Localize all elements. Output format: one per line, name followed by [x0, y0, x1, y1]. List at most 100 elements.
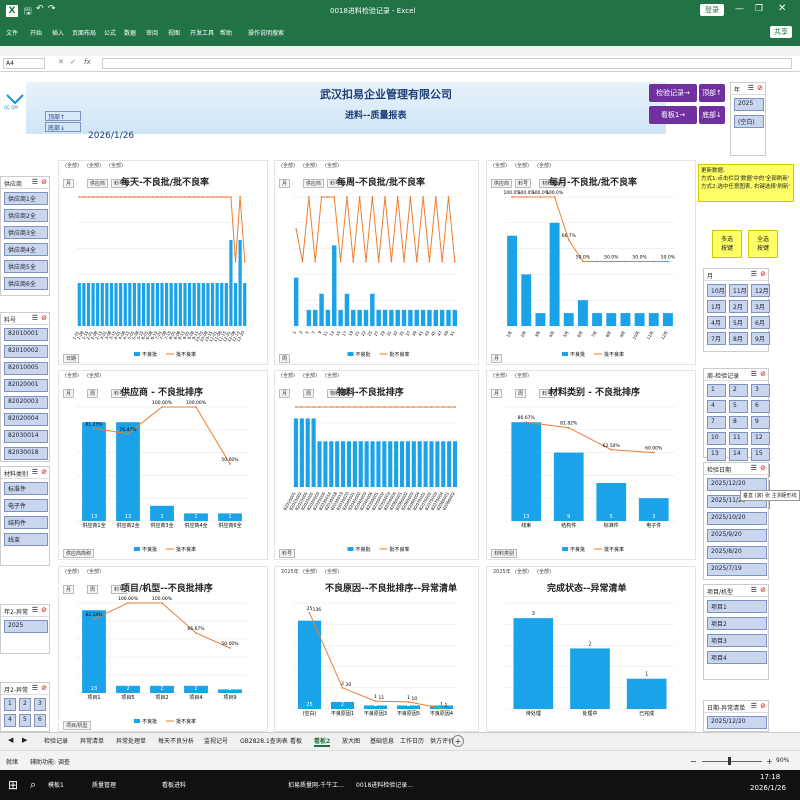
bottom-button[interactable]: 底部↓: [699, 106, 725, 124]
bar[interactable]: [160, 283, 164, 326]
line-point[interactable]: [195, 632, 197, 634]
line-point[interactable]: [358, 196, 361, 198]
zoom-level[interactable]: 90%: [776, 757, 789, 764]
line-point[interactable]: [127, 602, 129, 604]
slicer-item[interactable]: 供应商6全: [4, 277, 48, 290]
bar[interactable]: [86, 283, 91, 326]
line-point[interactable]: [220, 196, 223, 198]
clear-filter-icon[interactable]: ⊘: [760, 270, 766, 278]
line-point[interactable]: [374, 700, 377, 703]
slicer-item[interactable]: 13: [707, 448, 726, 461]
line-point[interactable]: [403, 260, 405, 263]
slicer-item[interactable]: 3: [34, 698, 46, 711]
ribbon-tab[interactable]: 插入: [52, 28, 64, 37]
bar[interactable]: [351, 309, 356, 326]
ribbon-tab[interactable]: 公式: [104, 28, 116, 37]
line-point[interactable]: [365, 406, 368, 408]
bar[interactable]: [123, 283, 127, 326]
line-point[interactable]: [407, 406, 409, 408]
line-point[interactable]: [567, 426, 570, 429]
bar[interactable]: [142, 283, 146, 326]
line-point[interactable]: [295, 228, 298, 231]
slicer-item[interactable]: 5月: [729, 316, 748, 329]
bar[interactable]: [105, 283, 109, 326]
bar[interactable]: [114, 283, 118, 326]
line-point[interactable]: [243, 260, 246, 263]
line-point[interactable]: [377, 260, 380, 263]
bar[interactable]: [183, 283, 187, 326]
bar[interactable]: [100, 283, 104, 326]
line-point[interactable]: [341, 686, 344, 689]
bar[interactable]: [233, 283, 238, 326]
ribbon-tab[interactable]: 文件: [6, 28, 18, 37]
bar[interactable]: [187, 283, 192, 326]
slicer-item[interactable]: 电子件: [4, 499, 48, 512]
multi-select-icon[interactable]: ☰: [32, 684, 38, 692]
bar[interactable]: [299, 418, 304, 487]
line-point[interactable]: [353, 406, 356, 408]
slicer-item[interactable]: 2025/12/20: [707, 716, 767, 729]
bar[interactable]: [395, 309, 400, 326]
bar[interactable]: [224, 283, 228, 326]
multi-select-icon[interactable]: ☰: [32, 178, 38, 186]
select-all-button[interactable]: 全选 按键: [748, 230, 778, 258]
sheet-tab[interactable]: 放大图: [342, 736, 360, 745]
line-point[interactable]: [295, 406, 297, 408]
restore-icon[interactable]: ❐: [755, 4, 763, 14]
save-icon[interactable]: 🖫: [24, 4, 32, 20]
slicer-item[interactable]: 10月: [707, 284, 726, 297]
bar[interactable]: [370, 441, 375, 487]
bar[interactable]: [338, 309, 343, 326]
slicer-item[interactable]: 11: [729, 432, 748, 445]
line-point[interactable]: [525, 196, 528, 198]
slicer-item[interactable]: 供应商2全: [4, 209, 48, 222]
bar[interactable]: [346, 441, 352, 487]
sheet-tab[interactable]: 每天不良分析: [158, 736, 194, 745]
line-point[interactable]: [359, 406, 362, 408]
bar[interactable]: [77, 283, 81, 326]
line-point[interactable]: [239, 196, 242, 198]
slicer-item[interactable]: 3月: [751, 300, 770, 313]
bar[interactable]: [626, 678, 667, 709]
cancel-icon[interactable]: ✕: [58, 58, 64, 66]
bar[interactable]: [452, 441, 458, 487]
search-icon[interactable]: ⌕: [30, 778, 36, 792]
ribbon-tab[interactable]: 帮助: [220, 28, 232, 37]
slicer-item[interactable]: 2: [729, 384, 748, 397]
bar[interactable]: [420, 309, 426, 326]
bar[interactable]: [82, 422, 106, 521]
bar[interactable]: [169, 283, 173, 326]
formula-input[interactable]: [102, 58, 792, 69]
bar[interactable]: [370, 293, 375, 326]
line-point[interactable]: [330, 406, 333, 408]
clear-filter-icon[interactable]: ⊘: [41, 314, 47, 322]
slicer-item[interactable]: 7: [707, 416, 726, 429]
line-point[interactable]: [87, 196, 90, 198]
bar[interactable]: [620, 313, 631, 326]
slicer-item[interactable]: 项目1: [707, 600, 767, 613]
line-point[interactable]: [454, 406, 456, 408]
bar[interactable]: [319, 293, 324, 326]
sheet-tab[interactable]: 供方评价: [430, 736, 454, 745]
sheet-tab[interactable]: 检验记录: [44, 736, 68, 745]
bar[interactable]: [116, 422, 140, 521]
bar[interactable]: [401, 309, 407, 326]
line-point[interactable]: [96, 196, 99, 198]
slicer-item[interactable]: 2: [19, 698, 31, 711]
line-point[interactable]: [312, 406, 315, 408]
zoom-slider[interactable]: [702, 761, 762, 762]
line-point[interactable]: [511, 196, 513, 198]
slicer-item[interactable]: 1: [4, 698, 16, 711]
clear-filter-icon[interactable]: ⊘: [760, 702, 766, 710]
multi-select-icon[interactable]: ☰: [751, 370, 757, 378]
login-button[interactable]: 登录: [700, 4, 724, 16]
next-sheet-icon[interactable]: ▶: [22, 736, 27, 744]
slicer-item[interactable]: 4: [4, 714, 16, 727]
line-point[interactable]: [124, 196, 127, 198]
multi-select-icon[interactable]: ☰: [751, 270, 757, 278]
sheet-tab[interactable]: 看板: [290, 736, 302, 745]
slicer-item[interactable]: 2025: [4, 620, 48, 633]
line-point[interactable]: [161, 196, 163, 198]
multi-select-icon[interactable]: ☰: [751, 586, 757, 594]
slicer-item[interactable]: 82010005: [4, 362, 48, 375]
